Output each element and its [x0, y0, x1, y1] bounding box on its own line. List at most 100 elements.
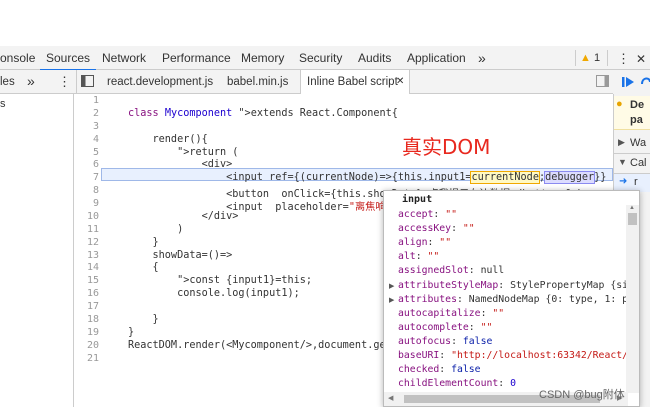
code-line: <div> [128, 159, 233, 171]
code-line: { [128, 262, 159, 274]
property-key: autofocus [398, 335, 452, 347]
tab-console[interactable]: onsole [0, 46, 35, 70]
toggle-navigator-icon[interactable] [81, 75, 94, 87]
close-tab-icon[interactable]: ✕ [396, 70, 404, 94]
property-row[interactable]: attributeStyleMap: StylePropertyMap {siz [398, 280, 634, 291]
property-row[interactable]: autocapitalize: "" [398, 308, 504, 319]
property-key: alt [398, 251, 416, 263]
navigator-more-button[interactable]: » [27, 69, 35, 93]
line-number[interactable]: 8 [75, 185, 99, 196]
line-number[interactable]: 1 [75, 95, 99, 106]
paused-text-2: pa [630, 114, 643, 126]
line-number[interactable]: 6 [75, 159, 99, 170]
property-row[interactable]: alt: "" [398, 251, 439, 262]
collapse-arrow-icon: ▼ [618, 157, 627, 167]
property-row[interactable]: assignedSlot: null [398, 265, 504, 276]
line-number[interactable]: 10 [75, 211, 99, 222]
line-number[interactable]: 3 [75, 121, 99, 132]
property-key: accept [398, 209, 434, 220]
property-value: "" [427, 251, 440, 263]
call-stack-label: Cal [630, 157, 647, 169]
more-tabs-button[interactable]: » [478, 46, 486, 70]
tab-sources[interactable]: Sources [39, 46, 97, 71]
property-value: "" [480, 321, 493, 333]
line-number[interactable]: 7 [75, 172, 99, 183]
navigator-menu-icon[interactable]: ⋮ [58, 70, 71, 94]
property-value: "" [445, 209, 457, 220]
line-number[interactable]: 2 [75, 108, 99, 119]
line-number[interactable]: 9 [75, 198, 99, 209]
expand-arrow-icon[interactable]: ▶ [389, 296, 394, 304]
property-key: checked [398, 364, 440, 376]
call-stack-header[interactable]: ▼ Cal [614, 154, 650, 174]
tab-audits[interactable]: Audits [358, 46, 391, 70]
property-value: "" [462, 223, 475, 235]
watch-section-header[interactable]: ▶ Wa [614, 134, 650, 154]
tab-security[interactable]: Security [299, 46, 342, 70]
property-row[interactable]: autofocus: false [398, 336, 492, 347]
line-number[interactable]: 5 [75, 147, 99, 158]
code-line: console.log(input1); [128, 288, 300, 300]
line-number[interactable]: 20 [75, 340, 99, 351]
popover-title: input [402, 194, 433, 205]
file-tab-babel-min[interactable]: babel.min.js [227, 70, 288, 94]
tab-application[interactable]: Application [407, 46, 466, 70]
tab-network[interactable]: Network [102, 46, 146, 70]
property-separator: : [451, 335, 463, 347]
tab-performance[interactable]: Performance [162, 46, 231, 70]
file-tab-label: Inline Babel script [307, 76, 398, 88]
line-number[interactable]: 16 [75, 288, 99, 299]
watch-label: Wa [630, 137, 647, 149]
property-key: align [398, 237, 428, 249]
code-line: render(){ [128, 133, 208, 145]
line-number[interactable]: 12 [75, 237, 99, 248]
line-number[interactable]: 18 [75, 314, 99, 325]
property-row[interactable]: childElementCount: 0 [398, 378, 516, 389]
property-row[interactable]: checked: false [398, 364, 481, 375]
line-number[interactable]: 17 [75, 301, 99, 312]
line-number[interactable]: 11 [75, 224, 99, 235]
property-row[interactable]: baseURI: "http://localhost:63342/React/w [398, 350, 634, 361]
scroll-up-icon[interactable]: ▲ [629, 205, 635, 211]
file-tab-react-development[interactable]: react.development.js [107, 70, 213, 94]
navigator-files-tab[interactable]: les [0, 70, 15, 94]
line-number[interactable]: 21 [75, 353, 99, 364]
property-row[interactable]: accept: "" [398, 209, 457, 220]
vertical-scrollbar[interactable]: ▲ [626, 205, 639, 393]
warnings-counter[interactable]: ▲ 1 [580, 46, 600, 70]
property-value: "http://localhost:63342/React/w [451, 350, 634, 361]
warning-icon: ▲ [580, 52, 591, 64]
property-separator: : [456, 293, 469, 305]
line-number[interactable]: 19 [75, 327, 99, 338]
toggle-debugger-icon[interactable] [596, 75, 609, 87]
line-number[interactable]: 13 [75, 250, 99, 261]
property-row[interactable]: autocomplete: "" [398, 322, 492, 333]
close-devtools-icon[interactable]: ✕ [636, 52, 646, 66]
code-line: class Mycomponent ">extends React.Compon… [128, 107, 398, 119]
paused-text-1: De [630, 99, 645, 111]
object-preview-popover[interactable]: input accept: "" accessKey: "" align: "" al… [383, 190, 640, 407]
kebab-menu-icon[interactable]: ⋮ [617, 51, 630, 67]
resume-icon[interactable] [621, 75, 635, 92]
property-row[interactable]: align: "" [398, 237, 451, 248]
call-frame-label: r [634, 176, 638, 188]
property-key: autocomplete [398, 321, 469, 333]
property-key: baseURI [398, 350, 440, 361]
devtools-tab-bar: onsole Sources Network Performance Memor… [0, 46, 650, 71]
line-number[interactable]: 14 [75, 262, 99, 273]
divider [76, 70, 77, 94]
line-number[interactable]: 4 [75, 134, 99, 145]
code-line: ">return ( [177, 146, 239, 158]
tab-memory[interactable]: Memory [241, 46, 284, 70]
scrollbar-thumb[interactable] [628, 213, 637, 225]
navigator-item[interactable]: s [0, 98, 6, 110]
property-value: null [480, 265, 505, 277]
property-row[interactable]: accessKey: "" [398, 223, 475, 234]
line-number[interactable]: 15 [75, 275, 99, 286]
file-tab-inline-babel-script[interactable]: Inline Babel script ✕ [300, 70, 410, 94]
property-value: NamedNodeMap {0: type, 1: pl [468, 293, 634, 305]
property-row[interactable]: attributes: NamedNodeMap {0: type, 1: pl [398, 294, 634, 305]
scroll-left-icon[interactable]: ◀ [388, 394, 393, 402]
step-over-icon[interactable] [641, 75, 650, 92]
expand-arrow-icon[interactable]: ▶ [389, 282, 394, 290]
